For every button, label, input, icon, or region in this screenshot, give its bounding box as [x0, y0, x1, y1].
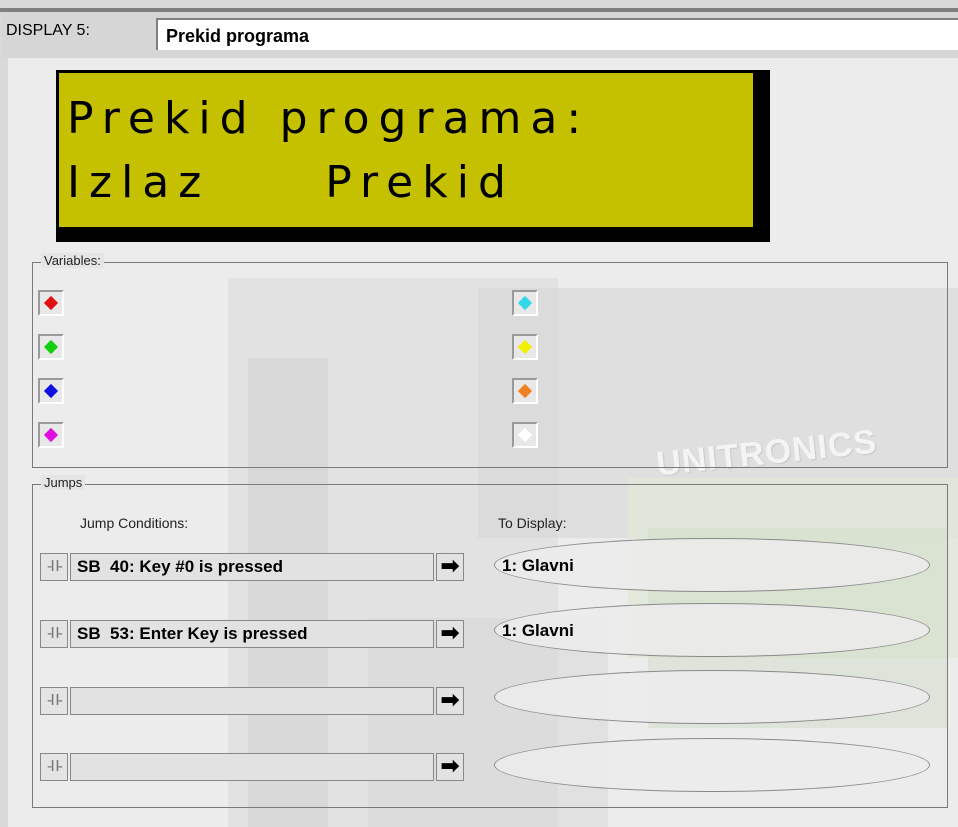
orange-diamond-icon — [517, 383, 533, 399]
variables-group-title: Variables: — [41, 253, 104, 268]
jump-condition-3[interactable] — [70, 687, 434, 715]
jump-condition-1[interactable]: SB 40: Key #0 is pressed — [70, 553, 434, 581]
variable-slot-2[interactable] — [38, 334, 64, 360]
variable-slot-5[interactable] — [512, 290, 538, 316]
variable-slot-3[interactable] — [38, 378, 64, 404]
jump-target-1-label: 1: Glavni — [502, 556, 574, 575]
display-name-field[interactable]: Prekid programa — [156, 18, 958, 50]
cyan-diamond-icon — [517, 295, 533, 311]
white-diamond-icon — [517, 427, 533, 443]
jump-arrow-icon[interactable]: ➡ — [436, 687, 464, 715]
contact-icon[interactable]: -I I- — [40, 753, 68, 781]
jump-target-2-label: 1: Glavni — [502, 621, 574, 640]
blue-diamond-icon — [43, 383, 59, 399]
jump-arrow-icon[interactable]: ➡ — [436, 620, 464, 648]
jumps-group-title: Jumps — [41, 475, 86, 490]
variable-slot-7[interactable] — [512, 378, 538, 404]
lcd-line-1: Prekid programa: — [67, 93, 591, 144]
display-editor: DISPLAY 5: Prekid programa UNITRONICS Pr… — [0, 0, 958, 827]
jump-target-4[interactable] — [494, 738, 930, 792]
variable-slot-8[interactable] — [512, 422, 538, 448]
jump-arrow-icon[interactable]: ➡ — [436, 753, 464, 781]
green-diamond-icon — [43, 339, 59, 355]
jump-arrow-icon[interactable]: ➡ — [436, 553, 464, 581]
to-display-label: To Display: — [498, 515, 567, 531]
jump-target-3[interactable] — [494, 670, 930, 724]
magenta-diamond-icon — [43, 427, 59, 443]
contact-icon[interactable]: -I I- — [40, 620, 68, 648]
variable-slot-4[interactable] — [38, 422, 64, 448]
jump-condition-2[interactable]: SB 53: Enter Key is pressed — [70, 620, 434, 648]
variables-group: Variables: — [32, 253, 948, 468]
lcd-screen[interactable]: Prekid programa: Izlaz Prekid — [56, 70, 756, 230]
jump-condition-4[interactable] — [70, 753, 434, 781]
variable-slot-6[interactable] — [512, 334, 538, 360]
display-number-label: DISPLAY 5: — [6, 22, 90, 39]
lcd-line-2: Izlaz Prekid — [67, 157, 515, 208]
variable-slot-1[interactable] — [38, 290, 64, 316]
red-diamond-icon — [43, 295, 59, 311]
yellow-diamond-icon — [517, 339, 533, 355]
jump-conditions-label: Jump Conditions: — [80, 515, 189, 531]
contact-icon[interactable]: -I I- — [40, 687, 68, 715]
contact-icon[interactable]: -I I- — [40, 553, 68, 581]
